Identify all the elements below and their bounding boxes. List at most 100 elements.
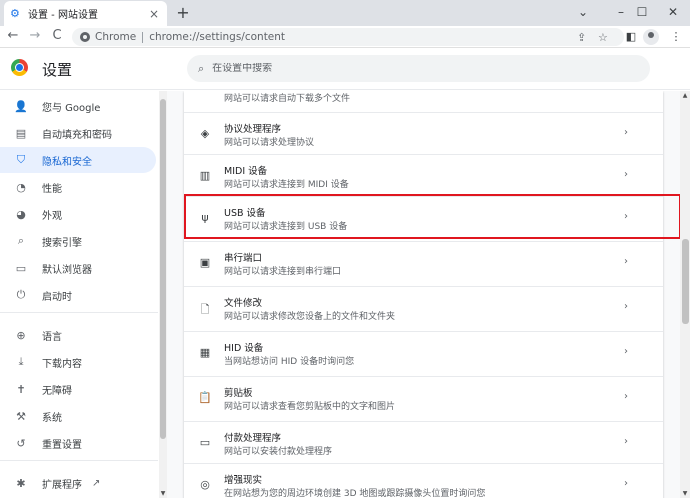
setting-row-automatic-downloads[interactable]: 网站可以请求自动下载多个文件 xyxy=(184,91,663,112)
usb-icon: ψ xyxy=(201,211,209,224)
external-link-icon: ↗ xyxy=(92,477,101,489)
close-window-button[interactable]: ✕ xyxy=(656,0,690,26)
search-input[interactable] xyxy=(212,63,613,74)
main-scrollbar[interactable]: ▲ ▼ xyxy=(680,91,690,498)
scroll-up-arrow-icon[interactable]: ▲ xyxy=(680,92,690,99)
setting-row-payment-handlers[interactable]: ▭ 付款处理程序 网站可以安装付款处理程序 › xyxy=(184,421,663,464)
setting-row-title: 协议处理程序 xyxy=(224,124,282,135)
sidebar-item-label: 语言 xyxy=(42,331,62,343)
sidebar-item-label: 扩展程序 xyxy=(42,479,82,491)
chevron-right-icon: › xyxy=(624,478,628,489)
search-icon: ⌕ xyxy=(198,61,205,75)
setting-row-desc: 网站可以请求查看您剪贴板中的文字和图片 xyxy=(224,402,396,412)
power-icon: ⏻ xyxy=(16,288,26,301)
gamepad-icon: ▦ xyxy=(199,346,211,359)
settings-search[interactable]: ⌕ xyxy=(187,55,650,82)
sidebar-item-label: 自动填充和密码 xyxy=(42,129,112,141)
sidebar-item-reset-settings[interactable]: ↺ 重置设置 xyxy=(0,430,156,456)
tab-search-chevron-icon[interactable]: ⌄ xyxy=(566,0,600,26)
browser-toolbar: ← → C Chrome chrome://settings/content ⇪… xyxy=(0,26,690,48)
setting-row-protocol-handlers[interactable]: ◈ 协议处理程序 网站可以请求处理协议 › xyxy=(184,112,663,155)
download-icon: ⤓ xyxy=(18,355,24,368)
setting-row-title: 剪贴板 xyxy=(224,388,253,399)
sidebar-item-performance[interactable]: ◔ 性能 xyxy=(0,174,156,200)
browser-window-icon: ▭ xyxy=(15,261,27,275)
sidebar-item-downloads[interactable]: ⤓ 下载内容 xyxy=(0,349,156,375)
menu-icon[interactable]: ⋮ xyxy=(668,29,684,45)
setting-row-usb-devices[interactable]: ψ USB 设备 网站可以请求连接到 USB 设备 › xyxy=(184,196,663,239)
protocol-handler-icon: ◈ xyxy=(200,127,210,140)
person-icon: 👤 xyxy=(14,99,28,113)
chevron-right-icon: › xyxy=(624,301,628,312)
new-tab-button[interactable]: + xyxy=(174,3,192,22)
setting-row-serial-ports[interactable]: ▣ 串行端口 网站可以请求连接到串行端口 › xyxy=(184,241,663,284)
chevron-right-icon: › xyxy=(624,391,628,402)
sidebar-item-label: 启动时 xyxy=(42,291,72,303)
chevron-right-icon: › xyxy=(624,256,628,267)
site-settings-card: 网站可以请求自动下载多个文件 ◈ 协议处理程序 网站可以请求处理协议 › ▥ M… xyxy=(184,91,663,498)
sidebar-item-default-browser[interactable]: ▭ 默认浏览器 xyxy=(0,255,156,281)
reset-icon: ↺ xyxy=(16,436,26,450)
setting-row-desc: 网站可以请求处理协议 xyxy=(224,138,315,148)
sidebar-item-system[interactable]: ⚒ 系统 xyxy=(0,403,156,429)
midi-icon: ▥ xyxy=(199,169,211,182)
chrome-icon xyxy=(80,32,90,42)
setting-row-desc: 网站可以请求修改您设备上的文件和文件夹 xyxy=(224,312,396,322)
sidebar-item-label: 外观 xyxy=(42,210,62,222)
tab-strip: ⚙ 设置 - 网站设置 × + ⌄ – ☐ ✕ xyxy=(0,0,690,26)
puzzle-icon: ✱ xyxy=(16,476,26,490)
sidebar-item-label: 下载内容 xyxy=(42,358,82,370)
sidebar-item-you-and-google[interactable]: 👤 您与 Google xyxy=(0,93,156,119)
sidebar-item-languages[interactable]: ⊕ 语言 xyxy=(0,322,156,348)
address-chip: Chrome xyxy=(95,31,137,43)
back-button[interactable]: ← xyxy=(4,26,22,48)
setting-row-title: 增强现实 xyxy=(224,475,263,486)
setting-row-file-editing[interactable]: 🗋 文件修改 网站可以请求修改您设备上的文件和文件夹 › xyxy=(184,286,663,329)
profile-avatar[interactable] xyxy=(643,29,659,45)
side-panel-icon[interactable]: ◧ xyxy=(623,29,639,45)
setting-row-title: HID 设备 xyxy=(224,343,264,354)
tab-settings[interactable]: ⚙ 设置 - 网站设置 × xyxy=(4,1,167,26)
sidebar-item-appearance[interactable]: ◕ 外观 xyxy=(0,201,156,227)
main-content: 网站可以请求自动下载多个文件 ◈ 协议处理程序 网站可以请求处理协议 › ▥ M… xyxy=(167,91,680,498)
forward-button[interactable]: → xyxy=(26,26,44,48)
sidebar-item-autofill[interactable]: ▤ 自动填充和密码 xyxy=(0,120,156,146)
wrench-icon: ⚒ xyxy=(16,409,26,423)
sidebar-item-privacy[interactable]: ⛉ 隐私和安全 xyxy=(0,147,156,173)
sidebar-scrollbar[interactable]: ▼ xyxy=(159,91,167,498)
address-separator xyxy=(142,31,144,43)
scroll-down-arrow-icon[interactable]: ▼ xyxy=(159,490,167,497)
maximize-button[interactable]: ☐ xyxy=(625,0,659,26)
setting-row-desc: 当网站想访问 HID 设备时询问您 xyxy=(224,357,355,367)
sidebar-item-search-engine[interactable]: ⌕ 搜索引擎 xyxy=(0,228,156,254)
share-icon[interactable]: ⇪ xyxy=(577,31,586,44)
tab-close-button[interactable]: × xyxy=(147,7,161,21)
setting-row-desc: 网站可以请求自动下载多个文件 xyxy=(224,94,351,104)
setting-row-desc: 在网站想为您的周边环境创建 3D 地图或跟踪摄像头位置时询问您 xyxy=(224,489,486,498)
clipboard-icon: 📋 xyxy=(198,391,212,404)
setting-row-title: MIDI 设备 xyxy=(224,166,268,177)
chevron-right-icon: › xyxy=(624,346,628,357)
address-url[interactable]: chrome://settings/content xyxy=(149,31,285,43)
setting-row-midi-devices[interactable]: ▥ MIDI 设备 网站可以请求连接到 MIDI 设备 › xyxy=(184,154,663,197)
reload-button[interactable]: C xyxy=(48,26,66,48)
setting-row-desc: 网站可以请求连接到 MIDI 设备 xyxy=(224,180,349,190)
sidebar-item-on-startup[interactable]: ⏻ 启动时 xyxy=(0,282,156,308)
scroll-down-arrow-icon[interactable]: ▼ xyxy=(680,490,690,497)
sidebar-item-extensions[interactable]: ✱ 扩展程序 ↗ xyxy=(0,470,156,496)
setting-row-augmented-reality[interactable]: ◎ 增强现实 在网站想为您的周边环境创建 3D 地图或跟踪摄像头位置时询问您 › xyxy=(184,463,663,498)
setting-row-title: 文件修改 xyxy=(224,298,263,309)
setting-row-clipboard[interactable]: 📋 剪贴板 网站可以请求查看您剪贴板中的文字和图片 › xyxy=(184,376,663,419)
setting-row-desc: 网站可以安装付款处理程序 xyxy=(224,447,333,457)
vr-headset-icon: ◎ xyxy=(200,478,210,491)
chevron-right-icon: › xyxy=(624,169,628,180)
sidebar: 👤 您与 Google ▤ 自动填充和密码 ⛉ 隐私和安全 ◔ 性能 ◕ 外观 … xyxy=(0,91,158,498)
sidebar-item-accessibility[interactable]: ✝ 无障碍 xyxy=(0,376,156,402)
setting-row-title: USB 设备 xyxy=(224,208,266,219)
sidebar-item-label: 系统 xyxy=(42,412,62,424)
setting-row-hid-devices[interactable]: ▦ HID 设备 当网站想访问 HID 设备时询问您 › xyxy=(184,331,663,374)
star-icon[interactable]: ☆ xyxy=(598,31,608,44)
sidebar-scrollbar-thumb[interactable] xyxy=(160,99,166,439)
address-bar[interactable]: Chrome chrome://settings/content ⇪ ☆ xyxy=(72,28,624,46)
main-scrollbar-thumb[interactable] xyxy=(682,239,689,324)
